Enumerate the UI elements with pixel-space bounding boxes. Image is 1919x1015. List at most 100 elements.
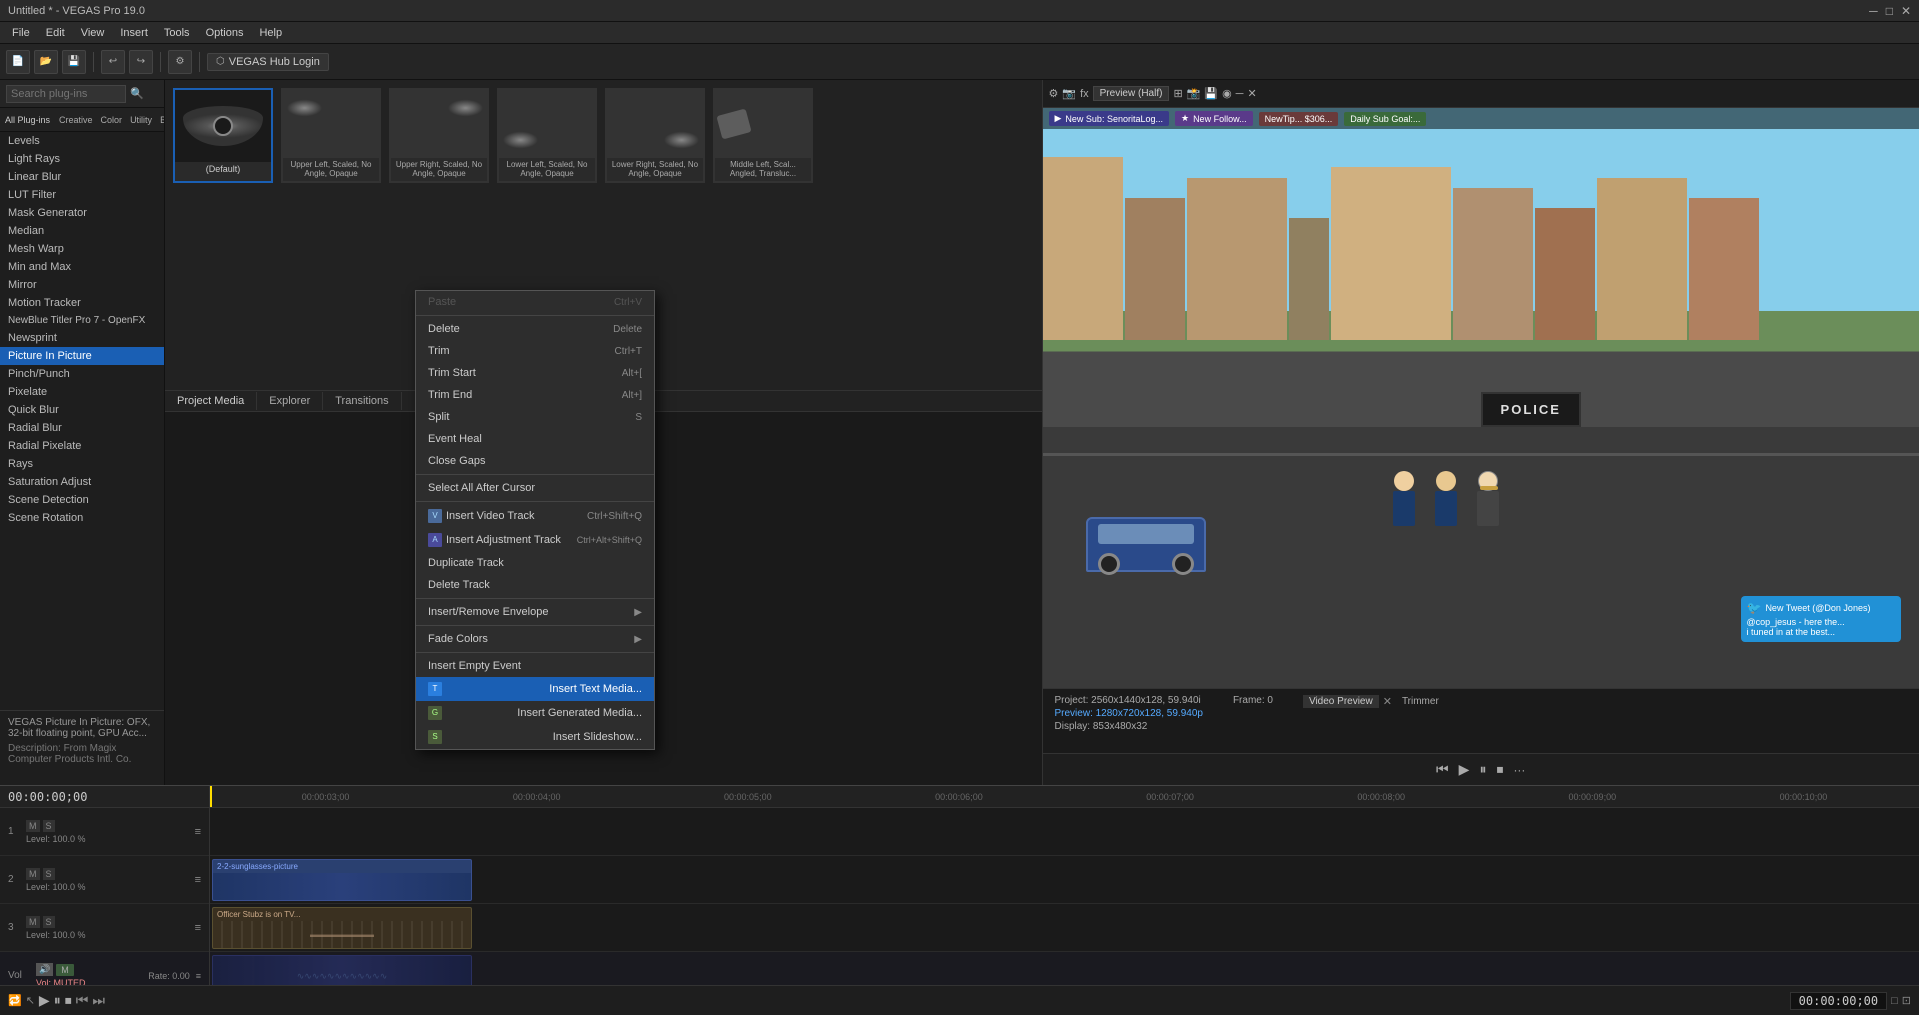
ctx-insert-remove-envelope[interactable]: Insert/Remove Envelope ▶: [416, 601, 654, 623]
track-3-s[interactable]: S: [43, 916, 55, 928]
plugin-item-radial-pix[interactable]: Radial Pixelate: [0, 437, 164, 455]
close-btn[interactable]: ✕: [1901, 4, 1911, 18]
ctx-split[interactable]: Split S: [416, 406, 654, 428]
ctx-close-gaps[interactable]: Close Gaps: [416, 450, 654, 472]
undo-btn[interactable]: ↩: [101, 50, 125, 74]
window-controls[interactable]: ─ □ ✕: [1869, 4, 1911, 18]
plugin-item-lut-filter[interactable]: LUT Filter: [0, 186, 164, 204]
open-btn[interactable]: 📂: [34, 50, 58, 74]
track-1-settings-icon[interactable]: ≡: [195, 826, 201, 838]
ctx-delete[interactable]: Delete Delete: [416, 318, 654, 340]
plugin-item-radial-blur[interactable]: Radial Blur: [0, 419, 164, 437]
tab-all-plugins[interactable]: All Plug-ins: [0, 113, 55, 127]
clip-sunglasses[interactable]: 2-2-sunglasses-picture: [212, 859, 472, 901]
plugin-item[interactable]: Levels: [0, 132, 164, 150]
preview-close-icon[interactable]: ✕: [1247, 87, 1256, 100]
transport-prev-btn[interactable]: ⏮: [76, 992, 89, 1009]
menu-view[interactable]: View: [73, 25, 113, 41]
search-input[interactable]: [6, 85, 126, 103]
transport-next-btn[interactable]: ⏭: [92, 992, 105, 1009]
preset-thumb-lower-right[interactable]: Lower Right, Scaled, No Angle, Opaque: [605, 88, 705, 183]
track-vol-speaker-icon[interactable]: 🔊: [36, 963, 53, 976]
tab-utility[interactable]: Utility: [126, 113, 156, 127]
preview-minus-icon[interactable]: ─: [1236, 88, 1244, 100]
ctx-insert-generated-media[interactable]: G Insert Generated Media...: [416, 701, 654, 725]
track-1-m[interactable]: M: [26, 820, 40, 832]
new-btn[interactable]: 📄: [6, 50, 30, 74]
transport-pause-btn[interactable]: ⏸: [54, 992, 61, 1009]
tab-color[interactable]: Color: [97, 113, 127, 127]
ctx-select-all-after-cursor[interactable]: Select All After Cursor: [416, 477, 654, 499]
close-preview-icon[interactable]: ✕: [1383, 695, 1392, 708]
track-lane-vol[interactable]: ∿∿∿∿∿∿∿∿∿∿∿∿: [210, 952, 1919, 985]
track-lane-2[interactable]: 2-2-sunglasses-picture: [210, 856, 1919, 904]
preview-settings-icon[interactable]: ⚙: [1049, 87, 1059, 100]
clip-police[interactable]: Officer Stubz is on TV... ▬▬▬▬▬▬▬▬: [212, 907, 472, 949]
stop-btn[interactable]: ⏹: [1496, 761, 1503, 778]
transport-stop-btn[interactable]: ⏹: [65, 992, 72, 1009]
track-3-m[interactable]: M: [26, 916, 40, 928]
ctx-duplicate-track[interactable]: Duplicate Track: [416, 552, 654, 574]
plugin-item-newblue[interactable]: NewBlue Titler Pro 7 - OpenFX: [0, 312, 164, 329]
tab-creative[interactable]: Creative: [55, 113, 97, 127]
settings-btn[interactable]: ⚙: [168, 50, 192, 74]
ctx-insert-video-track[interactable]: V Insert Video Track Ctrl+Shift+Q: [416, 504, 654, 528]
transport-play-btn[interactable]: ▶: [39, 992, 50, 1009]
menu-insert[interactable]: Insert: [112, 25, 156, 41]
cursor-icon[interactable]: ↖: [26, 994, 35, 1007]
menu-options[interactable]: Options: [198, 25, 252, 41]
track-2-settings-icon[interactable]: ≡: [195, 874, 201, 886]
play-btn[interactable]: ▶: [1459, 761, 1470, 778]
preview-fx-icon[interactable]: fx: [1080, 88, 1089, 100]
plugin-item-median[interactable]: Median: [0, 222, 164, 240]
plugin-item-scene-rotation[interactable]: Scene Rotation: [0, 509, 164, 527]
preset-thumb-middle-left[interactable]: Middle Left, Scal... Angled, Transluc...: [713, 88, 813, 183]
menu-file[interactable]: File: [4, 25, 38, 41]
go-start-btn[interactable]: ⏮: [1436, 761, 1449, 778]
maximize-btn[interactable]: □: [1886, 4, 1893, 18]
preset-thumb-lower-left[interactable]: Lower Left, Scaled, No Angle, Opaque: [497, 88, 597, 183]
tab-transitions[interactable]: Transitions: [323, 392, 401, 410]
track-lane-3[interactable]: Officer Stubz is on TV... ▬▬▬▬▬▬▬▬: [210, 904, 1919, 952]
hub-login-btn[interactable]: ⬡ VEGAS Hub Login: [207, 53, 329, 71]
ctx-trim[interactable]: Trim Ctrl+T: [416, 340, 654, 362]
ctx-insert-adj-track[interactable]: A Insert Adjustment Track Ctrl+Alt+Shift…: [416, 528, 654, 552]
menu-tools[interactable]: Tools: [156, 25, 198, 41]
save-btn[interactable]: 💾: [62, 50, 86, 74]
preview-scope-icon[interactable]: ◉: [1222, 87, 1232, 100]
plugin-item-pinch[interactable]: Pinch/Punch: [0, 365, 164, 383]
track-3-settings-icon[interactable]: ≡: [195, 922, 201, 934]
preview-snapshot-icon[interactable]: 📸: [1187, 87, 1201, 100]
preview-res-btn[interactable]: Preview (Half): [1093, 86, 1170, 101]
preview-save-icon[interactable]: 💾: [1204, 87, 1218, 100]
loop-icon[interactable]: 🔁: [8, 994, 22, 1007]
plugin-item-mesh-warp[interactable]: Mesh Warp: [0, 240, 164, 258]
menu-edit[interactable]: Edit: [38, 25, 73, 41]
plugin-item-scene-detection[interactable]: Scene Detection: [0, 491, 164, 509]
preview-grid-icon[interactable]: ⊞: [1173, 87, 1182, 100]
plugin-item-quick-blur[interactable]: Quick Blur: [0, 401, 164, 419]
ctx-event-heal[interactable]: Event Heal: [416, 428, 654, 450]
preset-thumb-upper-right[interactable]: Upper Right, Scaled, No Angle, Opaque: [389, 88, 489, 183]
ctx-trim-start[interactable]: Trim Start Alt+[: [416, 362, 654, 384]
tab-explorer[interactable]: Explorer: [257, 392, 323, 410]
track-vol-m-btn[interactable]: M: [56, 964, 74, 976]
ctx-paste[interactable]: Paste Ctrl+V: [416, 291, 654, 313]
plugin-item-saturation[interactable]: Saturation Adjust: [0, 473, 164, 491]
track-vol-settings-icon[interactable]: ≡: [196, 971, 201, 981]
menu-help[interactable]: Help: [251, 25, 290, 41]
ctx-fade-colors[interactable]: Fade Colors ▶: [416, 628, 654, 650]
snap-icon[interactable]: ⊡: [1902, 994, 1911, 1007]
loop-region-icon[interactable]: □: [1891, 995, 1898, 1007]
ctx-delete-track[interactable]: Delete Track: [416, 574, 654, 596]
tab-blur[interactable]: Blur: [156, 113, 164, 127]
track-2-s[interactable]: S: [43, 868, 55, 880]
search-icon[interactable]: 🔍: [130, 87, 144, 100]
preset-thumb-upper-left[interactable]: Upper Left, Scaled, No Angle, Opaque: [281, 88, 381, 183]
plugin-item-newsprint[interactable]: Newsprint: [0, 329, 164, 347]
redo-btn[interactable]: ↪: [129, 50, 153, 74]
clip-audio[interactable]: ∿∿∿∿∿∿∿∿∿∿∿∿: [212, 955, 472, 985]
track-lane-1[interactable]: [210, 808, 1919, 856]
plugin-item-pip[interactable]: Picture In Picture: [0, 347, 164, 365]
preview-cam-icon[interactable]: 📷: [1062, 87, 1076, 100]
